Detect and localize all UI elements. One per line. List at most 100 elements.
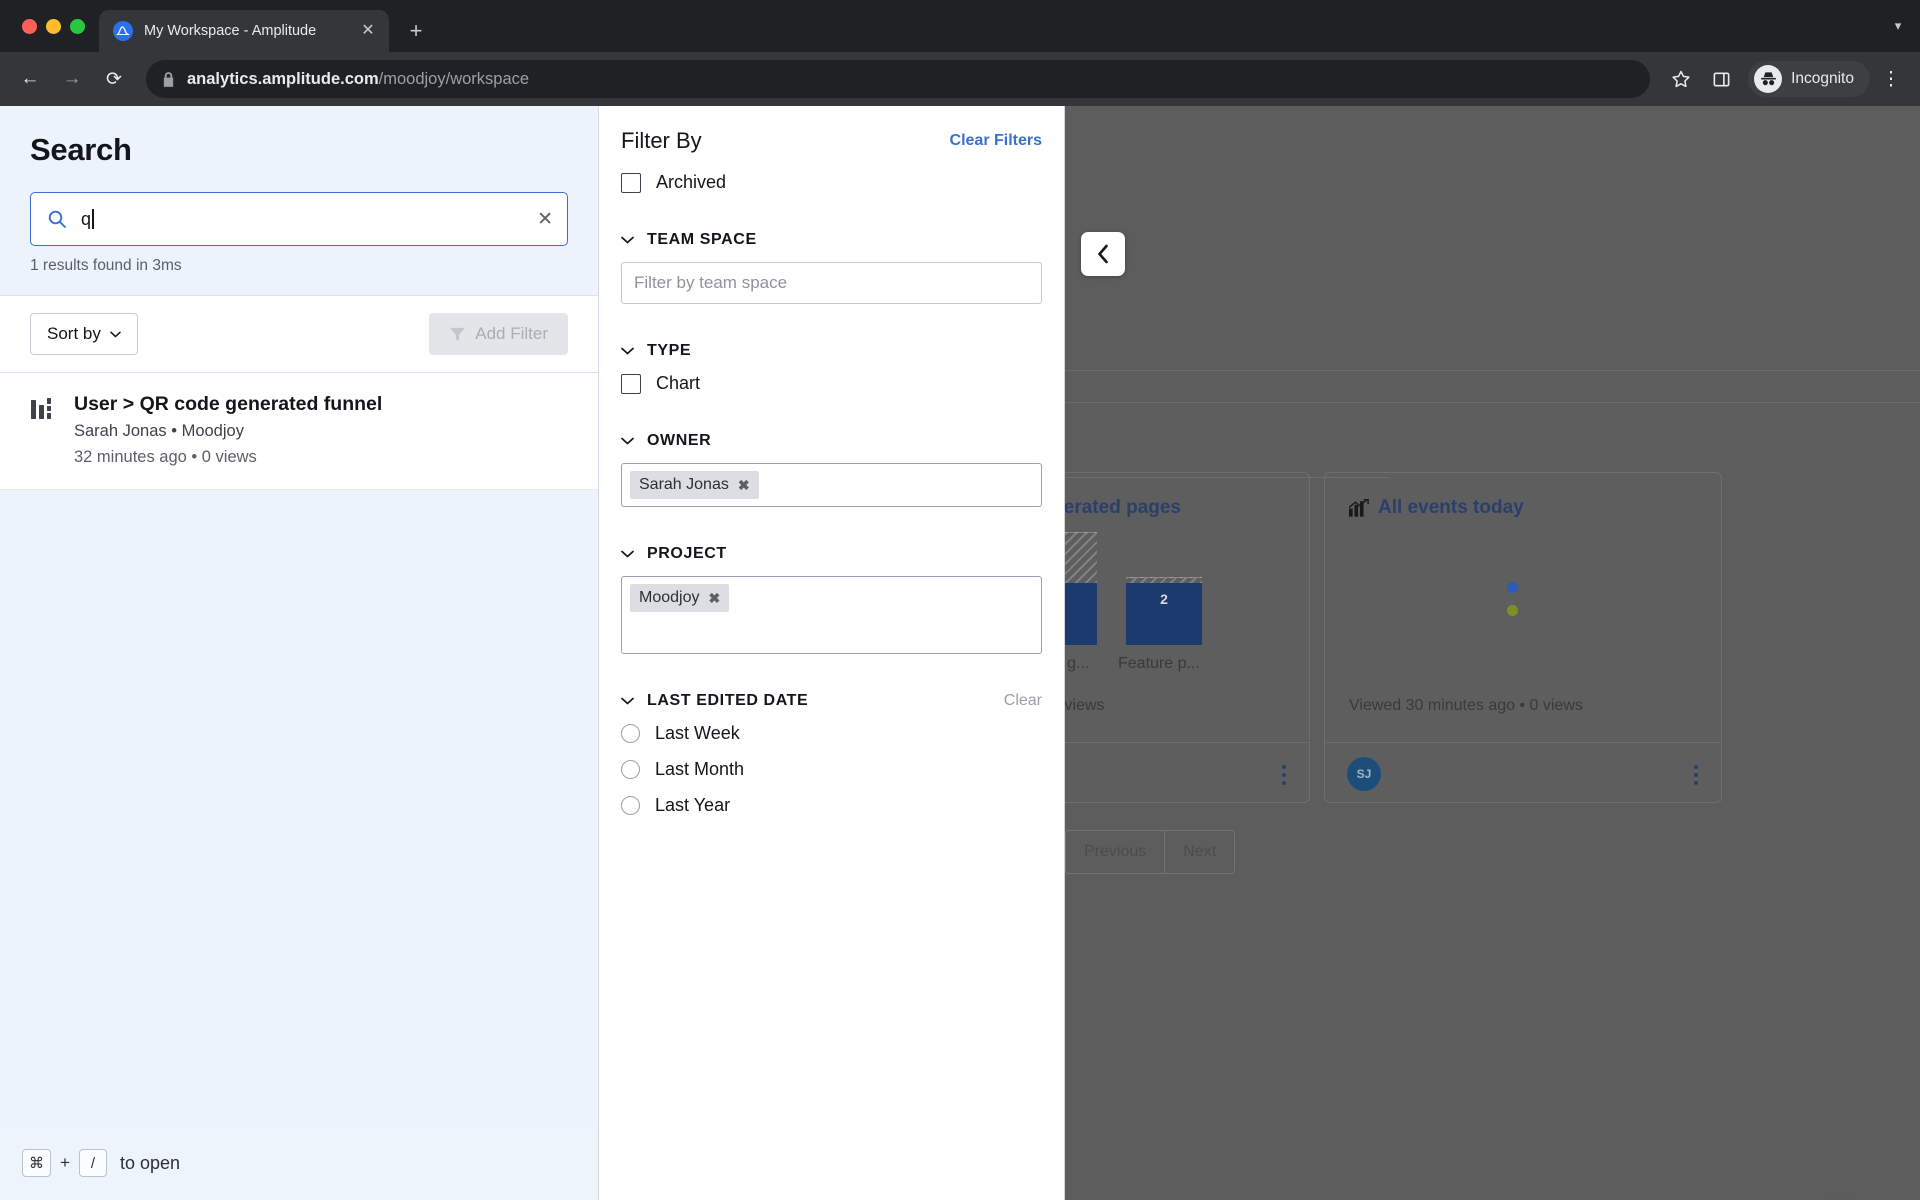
owner-token-input[interactable]: Sarah Jonas ✖	[621, 463, 1042, 507]
clear-last-edited-date-button[interactable]: Clear	[1004, 692, 1042, 710]
profile-label: Incognito	[1791, 70, 1854, 87]
clear-filters-button[interactable]: Clear Filters	[950, 132, 1042, 150]
chevron-down-icon	[110, 331, 121, 338]
chevron-left-icon	[1097, 244, 1108, 264]
pagination-previous-button[interactable]: Previous	[1066, 831, 1164, 873]
pagination-controls[interactable]: Previous Next	[1065, 830, 1236, 874]
avatar[interactable]: SJ	[1347, 757, 1381, 791]
card-menu-icon[interactable]	[1693, 765, 1699, 785]
section-header-team-space[interactable]: TEAM SPACE	[621, 231, 1042, 249]
collapse-panel-button[interactable]	[1081, 232, 1125, 276]
close-icon[interactable]: ✕	[357, 20, 379, 42]
radio-last-month[interactable]	[621, 760, 640, 779]
dimmed-card-events-title: All events today	[1349, 497, 1524, 519]
radio-row-last-month[interactable]: Last Month	[621, 759, 1042, 780]
window-traffic-lights	[14, 0, 99, 52]
url-host: analytics.amplitude.com	[187, 69, 379, 88]
remove-token-icon[interactable]: ✖	[738, 477, 750, 494]
section-title-team-space: TEAM SPACE	[647, 231, 757, 248]
dimmed-card-events-title-text: All events today	[1378, 497, 1524, 518]
chevron-down-icon[interactable]	[621, 550, 634, 558]
back-button[interactable]: ←	[10, 59, 50, 99]
radio-label-last-month: Last Month	[655, 759, 745, 779]
archived-checkbox[interactable]	[621, 172, 641, 193]
section-title-project: PROJECT	[647, 545, 727, 562]
radio-label-last-year: Last Year	[655, 795, 731, 815]
address-bar[interactable]: analytics.amplitude.com/moodjoy/workspac…	[146, 60, 1651, 98]
address-bar-url: analytics.amplitude.com/moodjoy/workspac…	[187, 70, 529, 89]
kbd-command: ⌘	[22, 1149, 51, 1177]
window-minimize-button[interactable]	[46, 18, 61, 34]
sort-by-button[interactable]: Sort by	[30, 313, 138, 355]
dimmed-card-events-footer: SJ	[1325, 742, 1721, 804]
search-input[interactable]: q ✕	[30, 192, 568, 246]
lock-icon	[162, 71, 175, 87]
dimmed-data-point-olive	[1507, 605, 1518, 616]
chevron-down-icon[interactable]	[621, 437, 634, 445]
dimmed-data-point-blue	[1507, 582, 1518, 593]
owner-token[interactable]: Sarah Jonas ✖	[630, 471, 759, 499]
project-token[interactable]: Moodjoy ✖	[630, 584, 730, 612]
team-space-input[interactable]: Filter by team space	[621, 262, 1042, 304]
browser-tab-active[interactable]: My Workspace - Amplitude ✕	[99, 10, 389, 52]
chart-checkbox[interactable]	[621, 373, 641, 394]
chevron-down-icon[interactable]	[621, 236, 634, 244]
profile-incognito-button[interactable]: Incognito	[1748, 61, 1870, 97]
card-menu-icon[interactable]	[1281, 765, 1287, 785]
section-header-project[interactable]: PROJECT	[621, 545, 1042, 563]
radio-last-year[interactable]	[621, 796, 640, 815]
bar-chart-icon	[30, 393, 56, 467]
filter-icon	[449, 326, 466, 343]
reload-button[interactable]: ⟳	[94, 59, 134, 99]
browser-chrome: My Workspace - Amplitude ✕ + ▾ ← → ⟳ ana…	[0, 0, 1920, 106]
dimmed-bar-1-label: Feature p...	[1118, 655, 1200, 672]
dimmed-card-events[interactable]: All events today Viewed 30 minutes ago •…	[1324, 472, 1722, 803]
filter-type-chart-row[interactable]: Chart	[621, 373, 1042, 394]
chevron-down-icon[interactable]: ▾	[1876, 0, 1920, 52]
section-header-last-edited-date[interactable]: LAST EDITED DATE Clear	[621, 692, 1042, 710]
browser-tab-title: My Workspace - Amplitude	[144, 23, 317, 39]
radio-row-last-year[interactable]: Last Year	[621, 795, 1042, 816]
chevron-down-icon[interactable]	[621, 697, 634, 705]
section-header-type[interactable]: TYPE	[621, 342, 1042, 360]
pagination-next-button[interactable]: Next	[1164, 831, 1234, 873]
bookmark-star-icon[interactable]	[1662, 60, 1700, 98]
remove-token-icon[interactable]: ✖	[708, 590, 720, 607]
section-title-type: TYPE	[647, 342, 692, 359]
add-filter-button[interactable]: Add Filter	[429, 313, 568, 355]
divider	[1065, 370, 1920, 371]
search-results-list: User > QR code generated funnel Sarah Jo…	[0, 373, 598, 490]
search-results-count: 1 results found in 3ms	[30, 257, 182, 274]
page-title: Search	[30, 132, 132, 167]
archived-label: Archived	[656, 172, 727, 192]
new-tab-button[interactable]: +	[399, 14, 433, 48]
clear-search-icon[interactable]: ✕	[537, 210, 553, 229]
chart-label: Chart	[656, 373, 701, 393]
owner-token-label: Sarah Jonas	[639, 476, 729, 493]
team-space-placeholder: Filter by team space	[634, 273, 788, 292]
search-result-item[interactable]: User > QR code generated funnel Sarah Jo…	[0, 373, 598, 490]
side-panel-icon[interactable]	[1702, 60, 1740, 98]
kbd-plus: +	[60, 1153, 70, 1172]
project-token-label: Moodjoy	[639, 589, 700, 606]
chrome-menu-icon[interactable]: ⋮	[1872, 60, 1910, 98]
window-maximize-button[interactable]	[70, 18, 85, 34]
window-close-button[interactable]	[22, 18, 37, 34]
search-icon	[47, 209, 67, 229]
filter-panel-title: Filter By	[621, 128, 702, 153]
project-token-input[interactable]: Moodjoy ✖	[621, 576, 1042, 654]
add-filter-label: Add Filter	[475, 324, 548, 343]
chevron-down-icon[interactable]	[621, 347, 634, 355]
sort-by-label: Sort by	[47, 324, 101, 343]
radio-row-last-week[interactable]: Last Week	[621, 723, 1042, 744]
section-title-owner: OWNER	[647, 432, 712, 449]
search-input-value[interactable]: q	[81, 209, 523, 230]
radio-last-week[interactable]	[621, 724, 640, 743]
section-header-owner[interactable]: OWNER	[621, 432, 1042, 450]
dimmed-card-events-meta: Viewed 30 minutes ago • 0 views	[1349, 697, 1583, 714]
filter-panel: Filter By Clear Filters Archived TEAM SP…	[599, 106, 1065, 1200]
amplitude-icon	[113, 21, 133, 41]
incognito-icon	[1754, 65, 1783, 93]
filter-archived-row[interactable]: Archived	[621, 172, 1042, 193]
forward-button[interactable]: →	[52, 59, 92, 99]
